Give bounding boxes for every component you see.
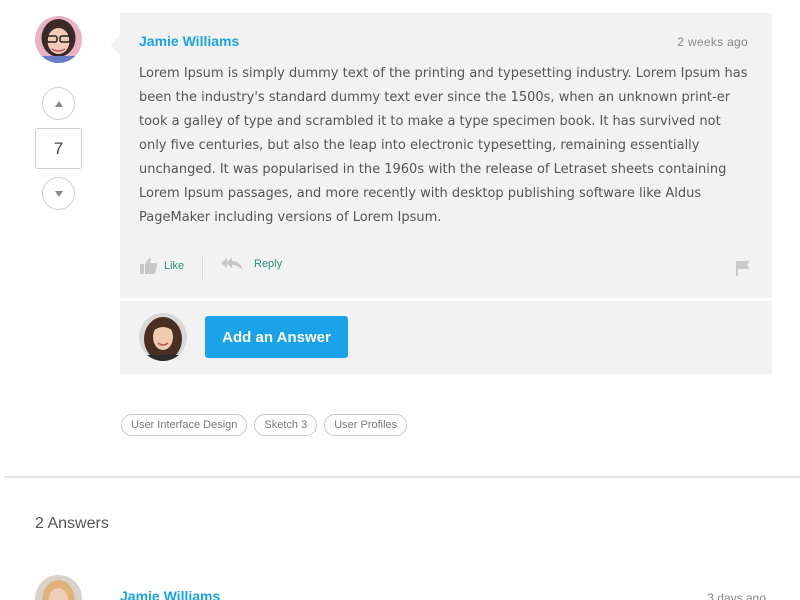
downvote-button[interactable] bbox=[42, 177, 75, 210]
post-time: 2 weeks ago bbox=[677, 35, 748, 49]
add-answer-panel: Add an Answer bbox=[120, 301, 772, 374]
author-name[interactable]: Jamie Williams bbox=[139, 33, 239, 49]
downvote-icon bbox=[54, 190, 63, 197]
answer-time: 3 days ago bbox=[707, 591, 766, 600]
tag-item[interactable]: User Profiles bbox=[324, 414, 408, 436]
answers-heading: 2 Answers bbox=[35, 515, 109, 532]
action-divider bbox=[202, 256, 203, 280]
like-button[interactable]: Like bbox=[139, 256, 184, 275]
question-actions: Like Reply bbox=[139, 256, 751, 280]
thumbs-up-icon bbox=[140, 257, 158, 274]
section-divider bbox=[4, 476, 800, 478]
like-label: Like bbox=[164, 259, 185, 272]
tag-item[interactable]: Sketch 3 bbox=[254, 414, 318, 436]
flag-button[interactable] bbox=[735, 260, 751, 281]
tag-item[interactable]: User Interface Design bbox=[121, 414, 248, 436]
current-user-avatar bbox=[139, 313, 187, 361]
answer-author-name[interactable]: Jamie Williams bbox=[120, 588, 220, 600]
reply-icon bbox=[221, 258, 243, 271]
add-answer-button[interactable]: Add an Answer bbox=[205, 316, 348, 358]
question-body: Lorem Ipsum is simply dummy text of the … bbox=[139, 66, 748, 225]
tag-list: User Interface Design Sketch 3 User Prof… bbox=[121, 414, 408, 436]
upvote-icon bbox=[54, 100, 63, 107]
answer-author-avatar[interactable] bbox=[35, 575, 82, 600]
reply-button[interactable]: Reply bbox=[220, 256, 282, 272]
flag-icon bbox=[736, 261, 750, 276]
upvote-button[interactable] bbox=[42, 87, 75, 120]
question-card: Jamie Williams 2 weeks ago Lorem Ipsum i… bbox=[110, 13, 772, 298]
author-avatar[interactable] bbox=[35, 16, 82, 63]
reply-label: Reply bbox=[254, 258, 283, 270]
vote-count: 7 bbox=[35, 128, 82, 169]
